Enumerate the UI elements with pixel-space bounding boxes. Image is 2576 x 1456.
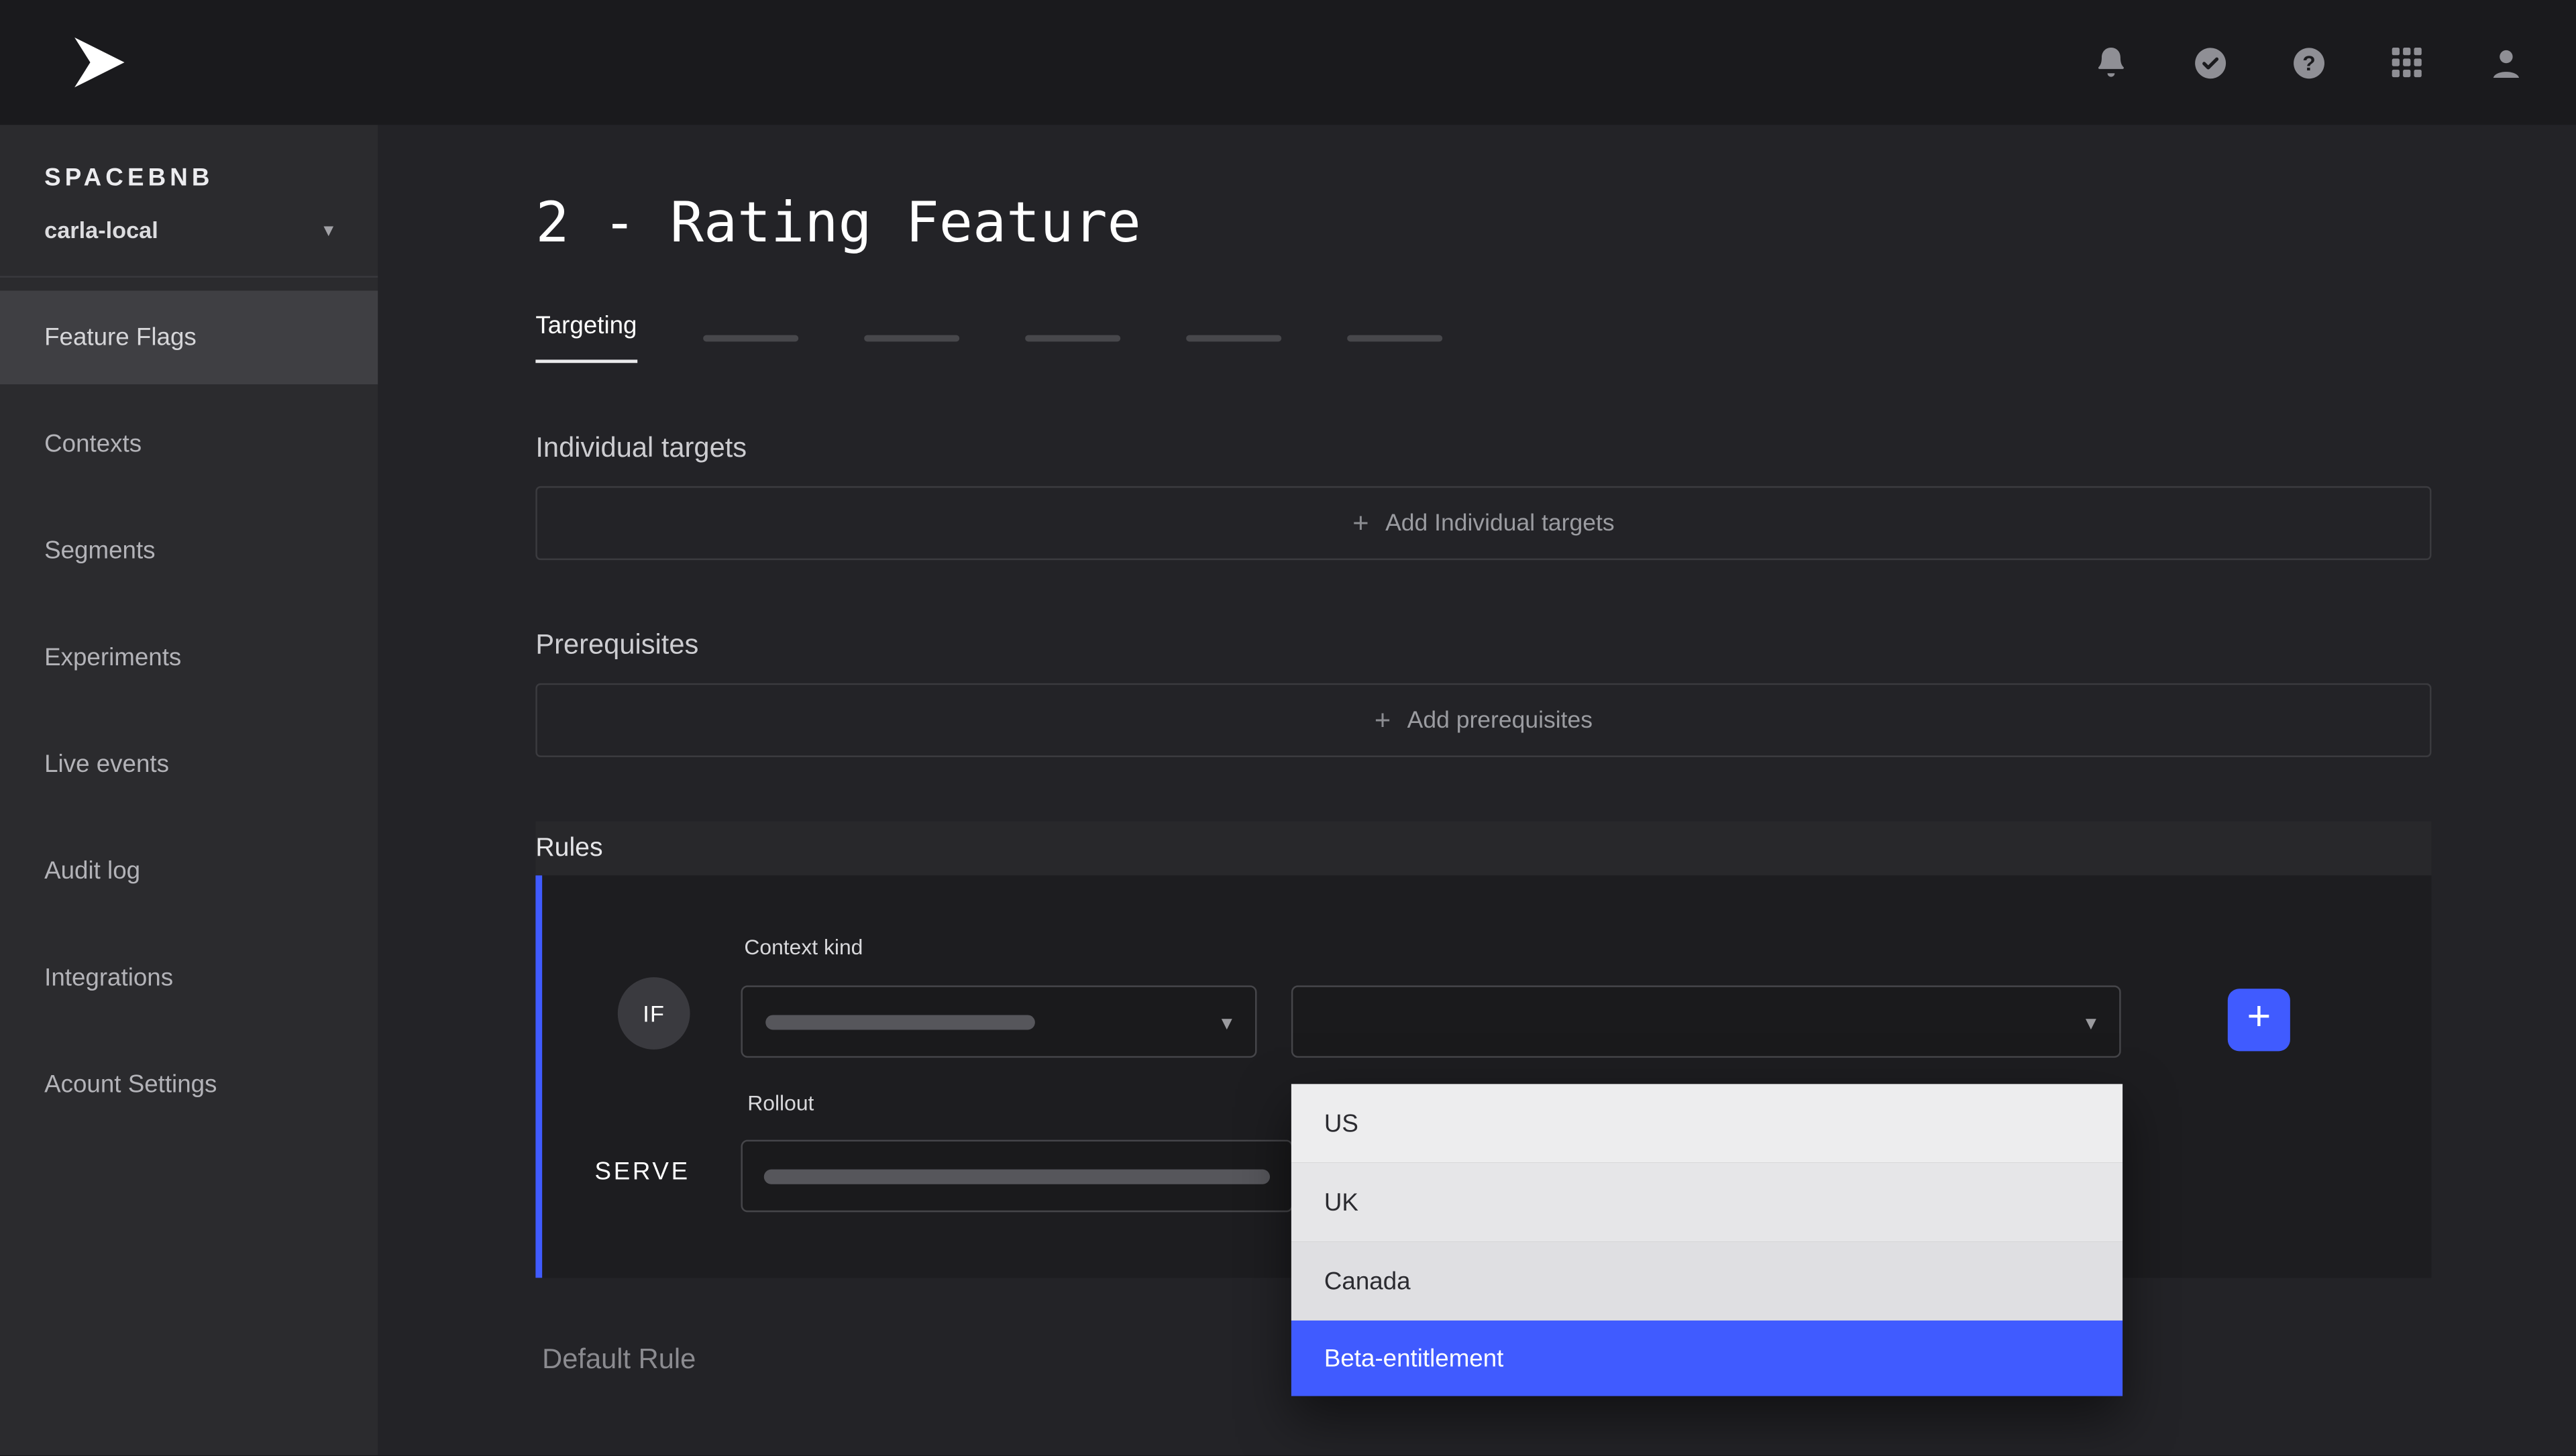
tab-bar: Targeting	[535, 312, 2576, 363]
page-title: 2 - Rating Feature	[535, 125, 2576, 256]
plus-icon: +	[1352, 507, 1368, 540]
rollout-select[interactable]	[741, 1140, 1293, 1213]
context-kind-label: Context kind	[744, 934, 863, 959]
tab-skeleton	[1024, 334, 1120, 341]
prerequisites-heading: Prerequisites	[535, 629, 2576, 662]
svg-text:?: ?	[2302, 50, 2314, 74]
dropdown-option-canada[interactable]: Canada	[1291, 1241, 2123, 1321]
project-block: SPACEBNB carla-local ▾	[0, 125, 378, 278]
sidebar-item-audit-log[interactable]: Audit log	[0, 824, 378, 918]
plus-icon: +	[2247, 997, 2271, 1038]
sidebar: SPACEBNB carla-local ▾ Feature Flags Con…	[0, 125, 378, 1455]
attribute-select[interactable]: ▾	[1291, 985, 2121, 1058]
topbar-icons: ?	[2090, 41, 2526, 84]
rule-card: IF Context kind ▾ ▾ + Rollout SERVE US U…	[535, 875, 2431, 1278]
launch-arrow-logo-icon	[69, 33, 128, 92]
serve-label: SERVE	[595, 1158, 690, 1186]
rules-heading: Rules	[535, 834, 602, 863]
dropdown-option-uk[interactable]: UK	[1291, 1163, 2123, 1242]
tab-skeleton	[702, 334, 798, 341]
status-button[interactable]	[2188, 41, 2231, 84]
apps-grid-icon	[2387, 43, 2426, 82]
dropdown-option-beta-entitlement[interactable]: Beta-entitlement	[1291, 1321, 2123, 1396]
add-prerequisites-button[interactable]: + Add prerequisites	[535, 683, 2431, 757]
user-icon	[2485, 42, 2526, 82]
bell-icon	[2092, 43, 2131, 82]
select-value-placeholder	[765, 1014, 1035, 1029]
rollout-label: Rollout	[747, 1090, 814, 1115]
sidebar-item-integrations[interactable]: Integrations	[0, 932, 378, 1025]
add-prerequisites-label: Add prerequisites	[1407, 707, 1593, 733]
select-value-placeholder	[764, 1168, 1270, 1183]
add-individual-targets-label: Add Individual targets	[1385, 510, 1615, 536]
context-kind-select[interactable]: ▾	[741, 985, 1256, 1058]
project-name: SPACEBNB	[44, 164, 333, 192]
environment-name: carla-local	[44, 217, 158, 243]
dropdown-option-us[interactable]: US	[1291, 1084, 2123, 1163]
account-button[interactable]	[2484, 41, 2527, 84]
app-logo[interactable]	[66, 30, 131, 95]
sidebar-item-contexts[interactable]: Contexts	[0, 398, 378, 492]
sidebar-item-feature-flags[interactable]: Feature Flags	[0, 290, 378, 384]
chevron-down-icon: ▾	[323, 220, 333, 239]
apps-button[interactable]	[2385, 41, 2428, 84]
badge-check-icon	[2189, 42, 2230, 82]
plus-icon: +	[1375, 704, 1391, 736]
individual-targets-heading: Individual targets	[535, 432, 2576, 465]
main-content: 2 - Rating Feature Targeting Individual …	[378, 125, 2576, 1455]
tab-skeleton	[863, 334, 959, 341]
if-badge: IF	[618, 977, 690, 1050]
app-window: ? SPACEBNB carla-local	[0, 0, 2576, 1455]
environment-selector[interactable]: carla-local ▾	[44, 217, 333, 243]
tab-skeleton	[1346, 334, 1442, 341]
rules-heading-bar: Rules	[535, 821, 2431, 875]
sidebar-item-live-events[interactable]: Live events	[0, 718, 378, 811]
chevron-down-icon: ▾	[1222, 1011, 1232, 1032]
help-circle-icon: ?	[2288, 42, 2328, 82]
topbar: ?	[0, 0, 2576, 125]
tab-skeleton	[1185, 334, 1281, 341]
sidebar-item-segments[interactable]: Segments	[0, 504, 378, 598]
tab-targeting[interactable]: Targeting	[535, 312, 637, 363]
add-clause-button[interactable]: +	[2228, 989, 2290, 1051]
attribute-dropdown-menu: US UK Canada Beta-entitlement	[1291, 1084, 2123, 1396]
sidebar-item-experiments[interactable]: Experiments	[0, 611, 378, 705]
sidebar-item-account-settings[interactable]: Acount Settings	[0, 1038, 378, 1132]
add-individual-targets-button[interactable]: + Add Individual targets	[535, 486, 2431, 560]
notifications-button[interactable]	[2090, 41, 2133, 84]
chevron-down-icon: ▾	[2086, 1011, 2096, 1032]
help-button[interactable]: ?	[2287, 41, 2330, 84]
sidebar-nav: Feature Flags Contexts Segments Experime…	[0, 290, 378, 1131]
